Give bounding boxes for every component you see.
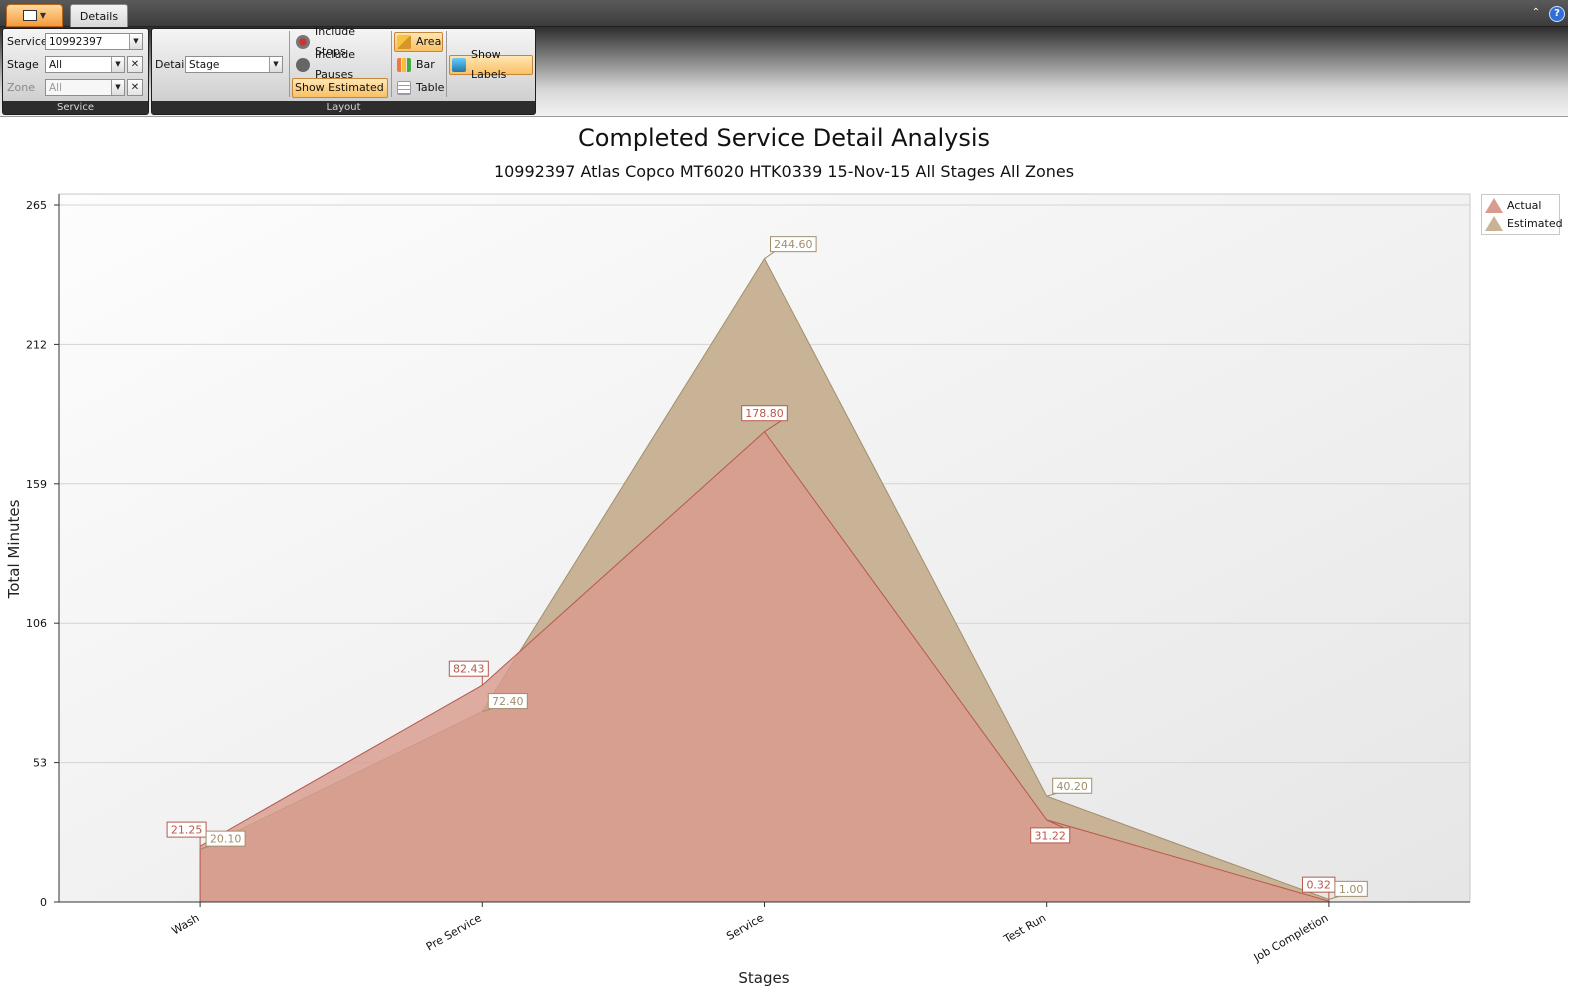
legend: Actual Estimated xyxy=(1481,194,1563,235)
data-label: 0.32 xyxy=(1306,879,1331,892)
data-label: 40.20 xyxy=(1056,780,1088,793)
data-label: 72.40 xyxy=(492,695,524,708)
y-tick-label: 53 xyxy=(33,757,47,770)
legend-item-estimated: Estimated xyxy=(1485,215,1563,231)
area-chart: 0 53 106 159 212 265 Wash Pre Service Service Tes… xyxy=(5,193,1471,987)
x-tick-label: Job Completion xyxy=(1251,911,1331,965)
data-label: 178.80 xyxy=(745,407,784,420)
x-tick-label: Wash xyxy=(169,911,201,937)
x-tick-label: Service xyxy=(724,911,766,943)
y-tick-label: 159 xyxy=(26,478,47,491)
legend-swatch-actual xyxy=(1485,197,1503,213)
y-axis-label: Total Minutes xyxy=(5,499,23,599)
data-label: 21.25 xyxy=(171,824,203,837)
x-tick-label: Test Run xyxy=(1001,911,1048,946)
data-label: 244.60 xyxy=(774,238,813,251)
legend-label-estimated: Estimated xyxy=(1507,216,1563,230)
data-label: 31.22 xyxy=(1034,829,1066,842)
legend-item-actual: Actual xyxy=(1485,197,1541,213)
y-tick-label: 0 xyxy=(40,896,47,909)
x-axis-label: Stages xyxy=(738,969,789,987)
data-label: 1.00 xyxy=(1339,883,1364,896)
data-label: 20.10 xyxy=(210,833,242,846)
y-tick-label: 106 xyxy=(26,617,47,630)
y-tick-label: 212 xyxy=(26,338,47,351)
legend-swatch-estimated xyxy=(1485,215,1503,231)
legend-label-actual: Actual xyxy=(1507,198,1542,212)
data-label: 82.43 xyxy=(453,663,485,676)
y-tick-label: 265 xyxy=(26,199,47,212)
x-tick-label: Pre Service xyxy=(424,911,484,953)
